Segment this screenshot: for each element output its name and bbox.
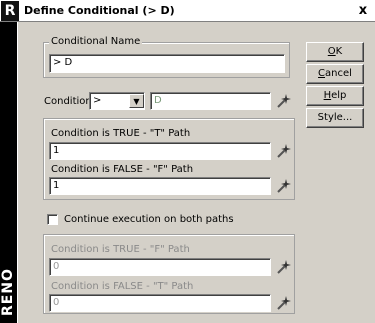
help-hotkey: H (323, 90, 332, 101)
magic-wand-icon[interactable] (275, 177, 293, 198)
both-true-label: Condition is TRUE - "F" Path (51, 244, 190, 255)
conditional-name-label: Conditional Name (49, 36, 143, 47)
false-path-label: Condition is FALSE - "F" Path (51, 164, 194, 175)
help-button[interactable]: Help (306, 86, 364, 106)
continue-both-label[interactable]: Continue execution on both paths (64, 214, 234, 225)
conditional-name-field[interactable]: > D (49, 54, 285, 73)
magic-wand-icon[interactable] (275, 294, 293, 315)
window-title: Define Conditional (> D) (24, 4, 175, 17)
continue-both-checkbox[interactable] (47, 214, 58, 225)
both-false-field[interactable]: 0 (49, 294, 271, 312)
both-false-label: Condition is FALSE - "T" Path (51, 281, 194, 292)
cancel-button[interactable]: Cancel (306, 64, 364, 84)
ok-hotkey: O (327, 46, 336, 57)
magic-wand-icon[interactable] (275, 258, 293, 279)
help-label: elp (331, 90, 347, 101)
close-button[interactable]: x (355, 3, 371, 18)
magic-wand-icon[interactable] (275, 142, 293, 163)
condition-label: Condition (44, 96, 92, 107)
ok-label: K (335, 46, 343, 57)
chevron-down-icon[interactable]: ▼ (129, 94, 144, 108)
true-path-field[interactable]: 1 (49, 142, 271, 160)
app-icon: R (1, 1, 19, 21)
style-button[interactable]: Style... (306, 108, 364, 128)
cancel-label: ancel (325, 68, 352, 79)
brand-logo: RENO (0, 268, 16, 316)
magic-wand-icon[interactable] (275, 92, 293, 113)
condition-value-field[interactable]: D (150, 92, 271, 110)
cancel-hotkey: C (318, 68, 326, 79)
ok-button[interactable]: OK (306, 42, 364, 62)
false-path-field[interactable]: 1 (49, 177, 271, 195)
true-path-label: Condition is TRUE - "T" Path (51, 128, 191, 139)
both-true-field[interactable]: 0 (49, 258, 271, 276)
